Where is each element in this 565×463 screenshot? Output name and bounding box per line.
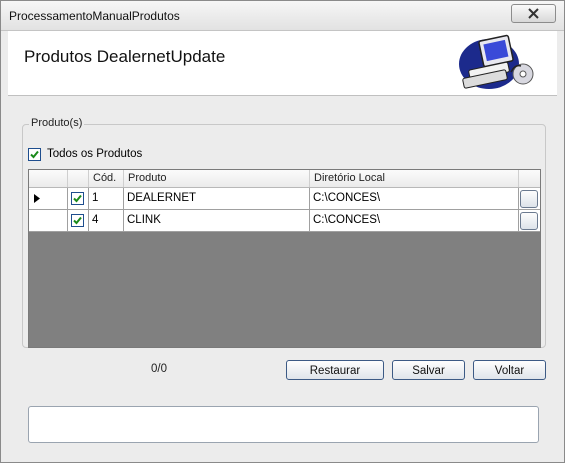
browse-cell <box>519 210 540 231</box>
products-grid[interactable]: Cód. Produto Diretório Local 1 DEALERNET… <box>28 169 541 348</box>
header-panel: Produtos DealernetUpdate <box>8 31 557 96</box>
column-header-product[interactable]: Produto <box>124 170 310 187</box>
close-button[interactable] <box>511 4 556 23</box>
product-cell[interactable]: DEALERNET <box>124 188 310 209</box>
column-header-directory[interactable]: Diretório Local <box>310 170 519 187</box>
browse-column-header <box>519 170 540 187</box>
all-products-label: Todos os Produtos <box>47 148 143 160</box>
check-column-header <box>68 170 89 187</box>
directory-cell[interactable]: C:\CONCES\ <box>310 210 519 231</box>
table-row[interactable]: 4 CLINK C:\CONCES\ <box>29 210 540 232</box>
main-window: ProcessamentoManualProdutos Produtos Dea… <box>0 0 565 463</box>
content-panel: Produto(s) Todos os Produtos Cód. Produt… <box>8 96 557 456</box>
directory-cell[interactable]: C:\CONCES\ <box>310 188 519 209</box>
row-check-cell[interactable] <box>68 210 89 231</box>
grid-header: Cód. Produto Diretório Local <box>29 170 540 188</box>
row-checkbox[interactable] <box>71 214 84 227</box>
row-selector[interactable] <box>29 210 68 231</box>
close-icon <box>528 8 539 19</box>
row-checkbox[interactable] <box>71 192 84 205</box>
back-button[interactable]: Voltar <box>473 360 546 380</box>
page-counter: 0/0 <box>151 363 167 375</box>
checkmark-icon <box>30 151 39 159</box>
checkmark-icon <box>73 194 82 203</box>
status-textbox[interactable] <box>28 406 539 443</box>
computer-workstation-icon <box>459 34 534 89</box>
checkmark-icon <box>73 216 82 225</box>
code-cell[interactable]: 1 <box>89 188 124 209</box>
row-selector[interactable] <box>29 188 68 209</box>
restore-button[interactable]: Restaurar <box>286 360 384 380</box>
product-cell[interactable]: CLINK <box>124 210 310 231</box>
code-cell[interactable]: 4 <box>89 210 124 231</box>
row-header-corner <box>29 170 68 187</box>
table-row[interactable]: 1 DEALERNET C:\CONCES\ <box>29 188 540 210</box>
page-title: Produtos DealernetUpdate <box>24 47 226 66</box>
browse-cell <box>519 188 540 209</box>
column-header-code[interactable]: Cód. <box>89 170 124 187</box>
title-bar[interactable]: ProcessamentoManualProdutos <box>1 1 564 31</box>
group-legend: Produto(s) <box>29 117 85 129</box>
browse-button[interactable] <box>520 212 538 230</box>
save-button[interactable]: Salvar <box>392 360 465 380</box>
browse-button[interactable] <box>520 190 538 208</box>
all-products-checkbox[interactable]: Todos os Produtos <box>28 147 142 162</box>
row-check-cell[interactable] <box>68 188 89 209</box>
all-products-check[interactable] <box>28 148 41 162</box>
current-row-arrow-icon <box>34 194 40 203</box>
window-title: ProcessamentoManualProdutos <box>9 9 180 23</box>
